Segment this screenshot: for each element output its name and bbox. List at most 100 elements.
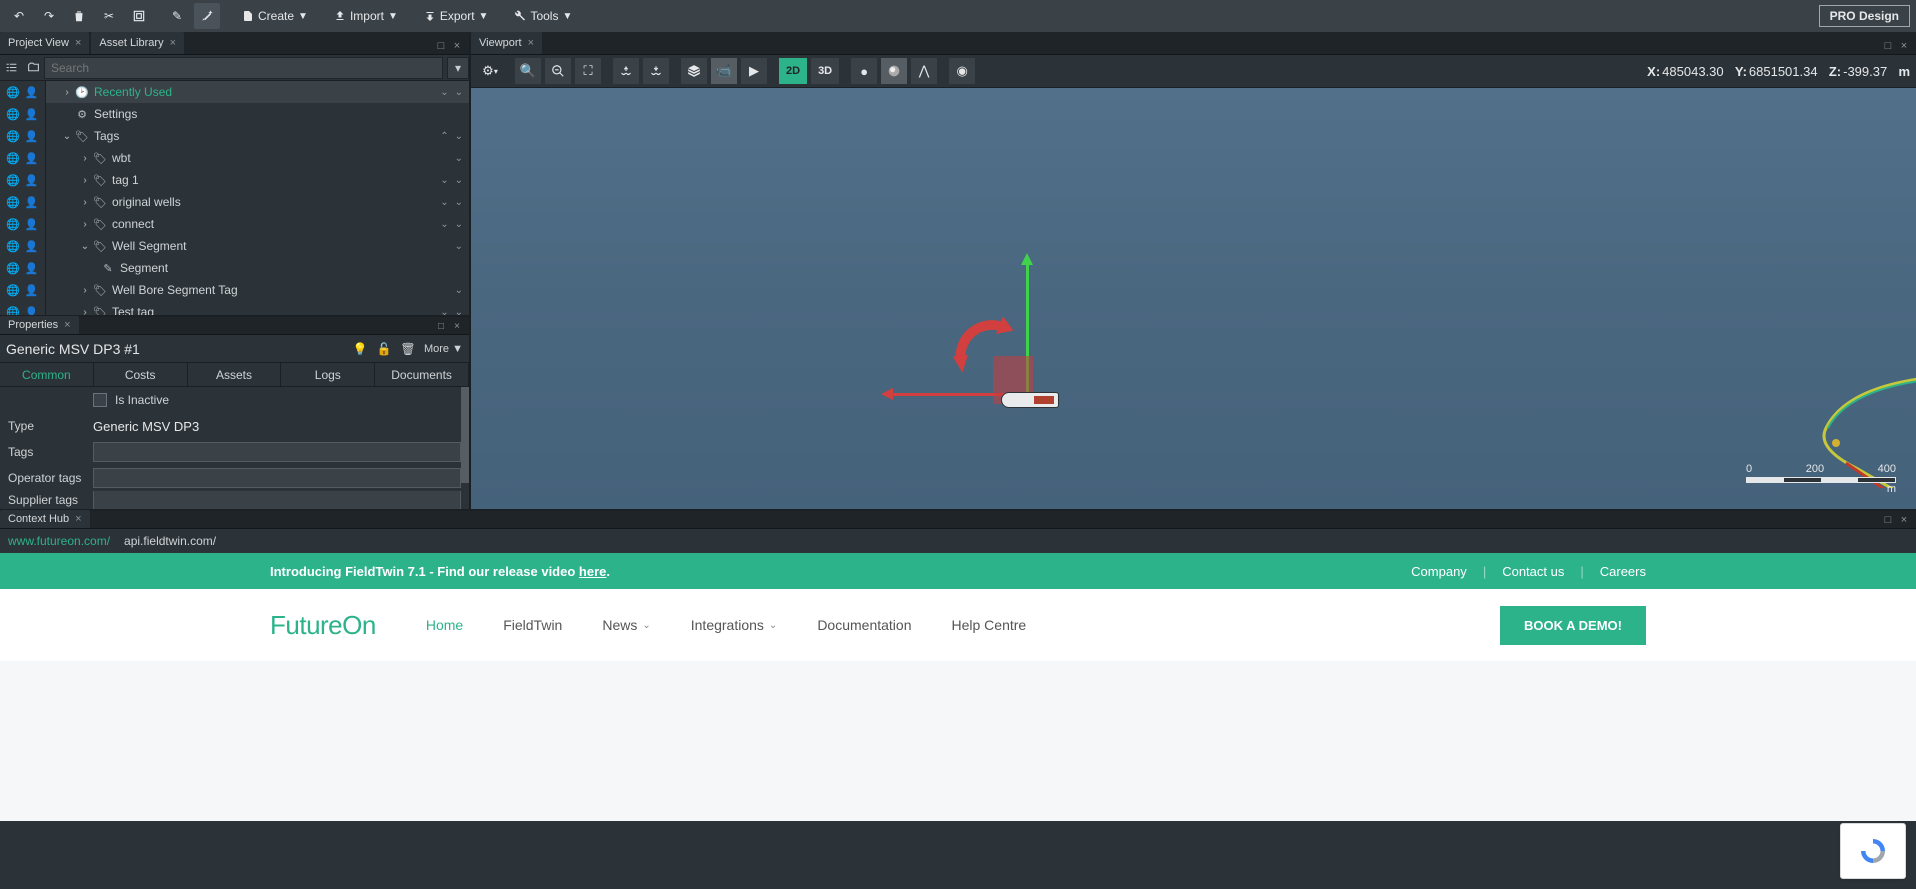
tab-project-view[interactable]: Project View × — [0, 32, 89, 54]
tree-item-test-tag[interactable]: › 🏷 Test tag ⌄⌄ — [46, 301, 469, 315]
close-icon[interactable]: × — [1896, 38, 1912, 54]
nav-careers[interactable]: Careers — [1600, 564, 1646, 579]
user-icon[interactable]: 👤 — [24, 194, 40, 210]
play-button[interactable]: ▶ — [741, 58, 767, 84]
expand-toggle-icon[interactable]: ⌄ — [455, 87, 463, 98]
user-icon[interactable]: 👤 — [24, 238, 40, 254]
zoom-out-button[interactable] — [545, 58, 571, 84]
mode-3d-button[interactable]: 3D — [811, 58, 839, 84]
user-icon[interactable]: 👤 — [24, 150, 40, 166]
nav-home[interactable]: Home — [426, 617, 463, 633]
nav-help-centre[interactable]: Help Centre — [951, 617, 1026, 633]
gizmo-rotate-handle[interactable] — [947, 313, 1017, 383]
chevron-right-icon[interactable]: › — [78, 175, 92, 186]
close-icon[interactable]: × — [170, 37, 176, 49]
undo-button[interactable]: ↶ — [6, 3, 32, 29]
collapse-all-icon[interactable]: ⌄ — [440, 197, 448, 208]
user-icon[interactable]: 👤 — [24, 84, 40, 100]
lower-water-button[interactable] — [643, 58, 669, 84]
expand-toggle-icon[interactable]: ⌄ — [455, 175, 463, 186]
tree-item-tag1[interactable]: › 🏷 tag 1 ⌄⌄ — [46, 169, 469, 191]
expand-toggle-icon[interactable]: ⌄ — [455, 241, 463, 252]
tab-context-hub[interactable]: Context Hub × — [0, 510, 90, 528]
tree-item-wbt[interactable]: › 🏷 wbt ⌄ — [46, 147, 469, 169]
chevron-right-icon[interactable]: › — [78, 197, 92, 208]
viewport-settings-button[interactable]: ⚙▾ — [477, 58, 503, 84]
nav-fieldtwin[interactable]: FieldTwin — [503, 617, 562, 633]
filter-button[interactable]: ▾ — [447, 57, 469, 79]
tree-item-connect[interactable]: › 🏷 connect ⌄⌄ — [46, 213, 469, 235]
collapse-all-icon[interactable]: ⌄ — [440, 175, 448, 186]
globe-icon[interactable]: 🌐 — [5, 282, 21, 298]
pro-design-badge[interactable]: PRO Design — [1819, 5, 1910, 27]
tools-menu[interactable]: Tools ▼ — [504, 3, 582, 29]
user-icon[interactable]: 👤 — [24, 172, 40, 188]
globe-icon[interactable]: 🌐 — [5, 194, 21, 210]
measure-button[interactable]: ⋀ — [911, 58, 937, 84]
import-menu[interactable]: Import ▼ — [324, 3, 408, 29]
collapse-all-icon[interactable]: ⌄ — [440, 87, 448, 98]
user-icon[interactable]: 👤 — [24, 304, 40, 315]
user-icon[interactable]: 👤 — [24, 216, 40, 232]
context-link-futureon[interactable]: www.futureon.com/ — [8, 534, 110, 548]
more-menu[interactable]: More ▼ — [424, 343, 463, 355]
globe-icon[interactable]: 🌐 — [5, 106, 21, 122]
magic-wand-button[interactable] — [194, 3, 220, 29]
chevron-right-icon[interactable]: › — [78, 219, 92, 230]
maximize-icon[interactable]: □ — [433, 318, 449, 334]
asset-ship[interactable] — [1001, 392, 1059, 408]
nav-contact[interactable]: Contact us — [1502, 564, 1564, 579]
tree-view-button[interactable] — [0, 57, 22, 79]
layers-button[interactable] — [681, 58, 707, 84]
close-icon[interactable]: × — [449, 318, 465, 334]
globe-icon[interactable]: 🌐 — [5, 172, 21, 188]
nav-documentation[interactable]: Documentation — [817, 617, 911, 633]
chevron-down-icon[interactable]: ⌄ — [78, 241, 92, 252]
expand-toggle-icon[interactable]: ⌄ — [455, 285, 463, 296]
prop-tab-assets[interactable]: Assets — [188, 363, 282, 386]
shading-smooth-button[interactable] — [881, 58, 907, 84]
nav-integrations[interactable]: Integrations⌄ — [691, 617, 778, 633]
lock-icon[interactable]: 🔓 — [376, 341, 392, 357]
prop-tab-documents[interactable]: Documents — [375, 363, 469, 386]
tab-asset-library[interactable]: Asset Library × — [91, 32, 184, 54]
globe-icon[interactable]: 🌐 — [5, 304, 21, 315]
expand-toggle-icon[interactable]: ⌄ — [455, 307, 463, 316]
user-icon[interactable]: 👤 — [24, 106, 40, 122]
user-icon[interactable]: 👤 — [24, 282, 40, 298]
chevron-right-icon[interactable]: › — [60, 87, 74, 98]
prop-tab-costs[interactable]: Costs — [94, 363, 188, 386]
pencil-tool-button[interactable]: ✎ — [164, 3, 190, 29]
delete-button[interactable] — [66, 3, 92, 29]
camera-button[interactable]: 📹 — [711, 58, 737, 84]
tree-item-well-bore-segment-tag[interactable]: › 🏷 Well Bore Segment Tag ⌄ — [46, 279, 469, 301]
expand-toggle-icon[interactable]: ⌄ — [455, 153, 463, 164]
expand-toggle-icon[interactable]: ⌄ — [455, 131, 463, 142]
tree-item-tags[interactable]: ⌄ 🏷 Tags ⌃⌄ — [46, 125, 469, 147]
expand-toggle-icon[interactable]: ⌄ — [455, 219, 463, 230]
collapse-all-icon[interactable]: ⌄ — [440, 307, 448, 316]
logo[interactable]: FutureOn — [270, 610, 376, 641]
globe-icon[interactable]: 🌐 — [5, 84, 21, 100]
maximize-icon[interactable]: □ — [433, 38, 449, 54]
folder-view-button[interactable] — [22, 57, 44, 79]
close-icon[interactable]: × — [449, 38, 465, 54]
fullscreen-button[interactable]: ⛶ — [575, 58, 601, 84]
user-icon[interactable]: 👤 — [24, 260, 40, 276]
collapse-all-icon[interactable]: ⌃ — [440, 131, 448, 142]
globe-icon[interactable]: 🌐 — [5, 260, 21, 276]
globe-icon[interactable]: 🌐 — [5, 128, 21, 144]
lightbulb-icon[interactable]: 💡 — [352, 341, 368, 357]
globe-icon[interactable]: 🌐 — [5, 238, 21, 254]
chevron-down-icon[interactable]: ⌄ — [60, 131, 74, 142]
create-menu[interactable]: Create ▼ — [232, 3, 318, 29]
group-select-button[interactable] — [126, 3, 152, 29]
shading-flat-button[interactable]: ● — [851, 58, 877, 84]
close-icon[interactable]: × — [528, 37, 534, 49]
mode-2d-button[interactable]: 2D — [779, 58, 807, 84]
recaptcha-badge[interactable] — [1840, 823, 1906, 879]
chevron-right-icon[interactable]: › — [78, 153, 92, 164]
export-menu[interactable]: Export ▼ — [414, 3, 499, 29]
operator-tags-input[interactable] — [93, 468, 461, 488]
is-inactive-checkbox[interactable] — [93, 393, 107, 407]
